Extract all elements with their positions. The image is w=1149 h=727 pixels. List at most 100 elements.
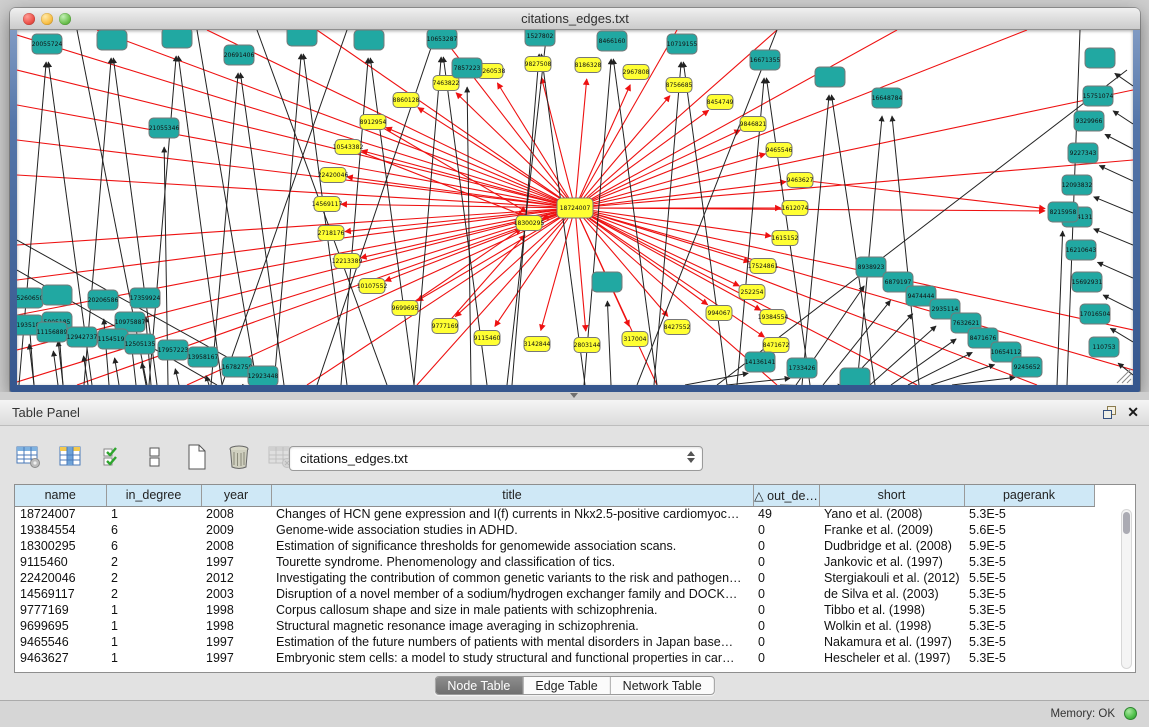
table-cell[interactable]: Structural magnetic resonance image aver… xyxy=(271,618,753,634)
panel-splitter[interactable] xyxy=(0,392,1149,400)
table-row[interactable]: 946362711997Embryonic stem cells: a mode… xyxy=(15,650,1094,666)
tab-node-table[interactable]: Node Table xyxy=(435,677,523,694)
table-cell[interactable]: 2 xyxy=(106,586,201,602)
table-cell[interactable]: 5.3E-5 xyxy=(964,650,1094,666)
table-cell[interactable]: Wolkin et al. (1998) xyxy=(819,618,964,634)
table-row[interactable]: 2242004622012Investigating the contribut… xyxy=(15,570,1094,586)
table-cell[interactable]: 9699695 xyxy=(15,618,106,634)
table-cell[interactable]: Nakamura et al. (1997) xyxy=(819,634,964,650)
table-cell[interactable]: 0 xyxy=(753,570,819,586)
table-cell[interactable]: 1998 xyxy=(201,618,271,634)
table-row[interactable]: 977716911998Corpus callosum shape and si… xyxy=(15,602,1094,618)
table-row[interactable]: 911546021997Tourette syndrome. Phenomeno… xyxy=(15,554,1094,570)
tab-network-table[interactable]: Network Table xyxy=(611,677,714,694)
table-cell[interactable]: 1 xyxy=(106,602,201,618)
table-cell[interactable]: 9777169 xyxy=(15,602,106,618)
column-header-short[interactable]: short xyxy=(819,485,964,506)
table-row[interactable]: 969969511998Structural magnetic resonanc… xyxy=(15,618,1094,634)
table-cell[interactable]: Yano et al. (2008) xyxy=(819,506,964,522)
table-cell[interactable]: Tibbo et al. (1998) xyxy=(819,602,964,618)
table-cell[interactable]: 1997 xyxy=(201,554,271,570)
graph-node[interactable] xyxy=(42,285,72,305)
table-cell[interactable]: 19384554 xyxy=(15,522,106,538)
table-cell[interactable]: 1997 xyxy=(201,634,271,650)
table-cell[interactable]: Genome-wide association studies in ADHD. xyxy=(271,522,753,538)
table-cell[interactable]: Jankovic et al. (1997) xyxy=(819,554,964,570)
scrollbar-thumb[interactable] xyxy=(1123,512,1130,534)
float-panel-icon[interactable] xyxy=(1103,406,1117,420)
table-cell[interactable]: 2 xyxy=(106,554,201,570)
graph-node[interactable] xyxy=(815,67,845,87)
table-cell[interactable]: Hescheler et al. (1997) xyxy=(819,650,964,666)
table-cell[interactable]: 1998 xyxy=(201,602,271,618)
table-cell[interactable]: 0 xyxy=(753,650,819,666)
table-cell[interactable]: 6 xyxy=(106,538,201,554)
column-header-pagerank[interactable]: pagerank xyxy=(964,485,1094,506)
table-source-select[interactable]: citations_edges.txt xyxy=(289,446,703,471)
splitter-grip-icon[interactable] xyxy=(570,393,578,398)
table-cell[interactable]: 5.9E-5 xyxy=(964,538,1094,554)
table-cell[interactable]: 1 xyxy=(106,618,201,634)
table-cell[interactable]: Estimation of the future numbers of pati… xyxy=(271,634,753,650)
table-cell[interactable]: 0 xyxy=(753,554,819,570)
table-cell[interactable]: 0 xyxy=(753,602,819,618)
select-rows-button[interactable] xyxy=(98,442,128,472)
graph-node[interactable] xyxy=(840,368,870,385)
graph-node[interactable] xyxy=(162,30,192,48)
column-header-out_de[interactable]: △ out_de… xyxy=(753,485,819,506)
table-cell[interactable]: 5.3E-5 xyxy=(964,634,1094,650)
table-cell[interactable]: 22420046 xyxy=(15,570,106,586)
table-cell[interactable]: 2008 xyxy=(201,538,271,554)
table-cell[interactable]: Changes of HCN gene expression and I(f) … xyxy=(271,506,753,522)
table-cell[interactable]: 5.3E-5 xyxy=(964,554,1094,570)
table-cell[interactable]: 18300295 xyxy=(15,538,106,554)
table-row[interactable]: 1456911722003Disruption of a novel membe… xyxy=(15,586,1094,602)
column-header-name[interactable]: name xyxy=(15,485,106,506)
table-cell[interactable]: 2012 xyxy=(201,570,271,586)
table-cell[interactable]: 2008 xyxy=(201,506,271,522)
table-cell[interactable]: 1 xyxy=(106,634,201,650)
table-cell[interactable]: 14569117 xyxy=(15,586,106,602)
graph-node[interactable] xyxy=(592,272,622,292)
table-cell[interactable]: 18724007 xyxy=(15,506,106,522)
delete-entries-button[interactable] xyxy=(224,442,254,472)
table-cell[interactable]: 0 xyxy=(753,586,819,602)
table-cell[interactable]: 5.3E-5 xyxy=(964,618,1094,634)
table-cell[interactable]: Franke et al. (2009) xyxy=(819,522,964,538)
table-row[interactable]: 1938455462009Genome-wide association stu… xyxy=(15,522,1094,538)
table-cell[interactable]: 5.3E-5 xyxy=(964,586,1094,602)
table-cell[interactable]: 2003 xyxy=(201,586,271,602)
table-cell[interactable]: 1 xyxy=(106,506,201,522)
graph-node[interactable] xyxy=(287,30,317,46)
table-vertical-scrollbar[interactable] xyxy=(1121,509,1132,669)
table-cell[interactable]: 9463627 xyxy=(15,650,106,666)
table-settings-button[interactable] xyxy=(14,442,44,472)
table-cell[interactable]: Disruption of a novel member of a sodium… xyxy=(271,586,753,602)
window-titlebar[interactable]: citations_edges.txt xyxy=(10,8,1140,30)
table-cell[interactable]: 5.6E-5 xyxy=(964,522,1094,538)
column-header-year[interactable]: year xyxy=(201,485,271,506)
table-cell[interactable]: 2 xyxy=(106,570,201,586)
table-cell[interactable]: 5.5E-5 xyxy=(964,570,1094,586)
table-cell[interactable]: de Silva et al. (2003) xyxy=(819,586,964,602)
new-table-button[interactable] xyxy=(182,442,212,472)
table-cell[interactable]: 9465546 xyxy=(15,634,106,650)
graph-node[interactable] xyxy=(97,30,127,50)
network-canvas[interactable]: 1872400718300295946362716120741615152175… xyxy=(17,30,1133,385)
table-cell[interactable]: Stergiakouli et al. (2012) xyxy=(819,570,964,586)
table-cell[interactable]: 49 xyxy=(753,506,819,522)
table-cell[interactable]: 2009 xyxy=(201,522,271,538)
table-cell[interactable]: 0 xyxy=(753,634,819,650)
table-cell[interactable]: 1 xyxy=(106,650,201,666)
table-cell[interactable]: 5.3E-5 xyxy=(964,506,1094,522)
table-cell[interactable]: Dudbridge et al. (2008) xyxy=(819,538,964,554)
table-cell[interactable]: Corpus callosum shape and size in male p… xyxy=(271,602,753,618)
table-cell[interactable]: Tourette syndrome. Phenomenology and cla… xyxy=(271,554,753,570)
table-cell[interactable]: 0 xyxy=(753,522,819,538)
table-cell[interactable]: 1997 xyxy=(201,650,271,666)
table-cell[interactable]: Investigating the contribution of common… xyxy=(271,570,753,586)
table-cell[interactable]: 0 xyxy=(753,538,819,554)
column-chooser-button[interactable] xyxy=(56,442,86,472)
table-cell[interactable]: 6 xyxy=(106,522,201,538)
table-row[interactable]: 1872400712008Changes of HCN gene express… xyxy=(15,506,1094,522)
